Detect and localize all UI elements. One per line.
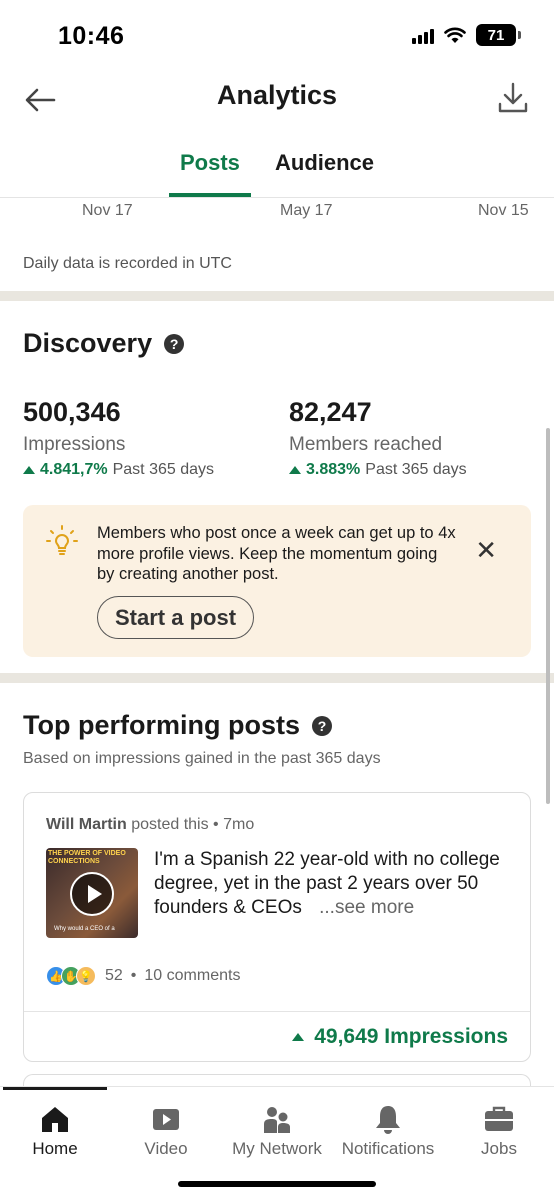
thumbnail-caption: Why would a CEO of a [54,926,115,932]
insightful-icon: 💡 [76,966,96,986]
scrollbar[interactable] [546,428,550,804]
tab-bar: Posts Audience [0,140,554,198]
active-tab-indicator [169,193,251,197]
help-icon[interactable]: ? [164,333,185,354]
metric-change-period: Past 365 days [365,461,467,478]
post-divider [24,1011,530,1012]
tip-card: Members who post once a week can get up … [23,505,531,657]
app-header: Analytics [0,70,554,130]
video-icon [153,1109,179,1130]
post-age: 7mo [223,816,255,833]
reactions-row[interactable]: 👍 ✋ 💡 52 • 10 comments [46,966,240,986]
nav-label: Home [32,1139,78,1158]
top-posts-subtitle: Based on impressions gained in the past … [23,750,381,767]
section-divider [0,673,554,683]
nav-video[interactable]: Video [111,1095,221,1165]
nav-label: Notifications [341,1139,435,1158]
tip-text: Members who post once a week can get up … [97,524,456,583]
close-icon[interactable]: ✕ [475,535,497,566]
network-icon [264,1107,290,1133]
axis-label: Nov 17 [82,202,133,219]
post-impressions: 49,649 Impressions [292,1025,508,1049]
nav-label: Video [144,1139,188,1158]
page-title: Analytics [216,80,338,110]
section-divider [0,291,554,301]
tab-posts[interactable]: Posts [180,150,240,176]
status-time: 10:46 [58,22,125,50]
metric-change-percent: 4.841,7% [40,461,108,478]
axis-label: May 17 [280,202,333,219]
comments-count[interactable]: 10 comments [144,967,240,985]
post-text: I'm a Spanish 22 year-old with no colleg… [154,848,514,920]
members-reached-metric[interactable]: 82,247 Members reached 3.883% Past 365 d… [289,397,467,479]
home-icon [42,1107,68,1132]
tab-audience[interactable]: Audience [275,150,374,176]
trend-up-icon [292,1033,305,1041]
help-icon[interactable]: ? [312,715,332,736]
home-indicator [178,1181,376,1187]
play-icon[interactable] [70,872,114,916]
discovery-title: Discovery [23,328,153,358]
top-posts-title: Top performing posts [23,710,300,740]
nav-label: Jobs [481,1139,517,1158]
reactions-count: 52 [105,967,123,984]
trend-up-icon [289,466,301,474]
axis-label: Nov 15 [478,202,529,219]
lightbulb-icon [46,525,78,555]
metric-label: Impressions [23,434,126,455]
impressions-metric[interactable]: 500,346 Impressions 4.841,7% Past 365 da… [23,397,214,479]
chart-axis-labels: Nov 17 May 17 Nov 15 [0,200,554,224]
download-icon[interactable] [496,80,530,116]
battery-icon: 71 [476,24,521,46]
metric-value: 500,346 [23,397,121,427]
bell-icon [376,1106,400,1134]
discovery-heading: Discovery ? [23,328,185,359]
utc-note: Daily data is recorded in UTC [23,255,232,272]
post-author[interactable]: Will Martin [46,816,127,833]
nav-label: My Network [232,1139,322,1158]
nav-jobs[interactable]: Jobs [444,1095,554,1165]
top-posts-heading: Top performing posts ? [23,710,332,741]
impressions-count: 49,649 Impressions [314,1025,508,1048]
wifi-icon [444,27,466,43]
metric-change: 3.883% Past 365 days [289,461,467,479]
metric-change-percent: 3.883% [306,461,361,478]
post-video-thumbnail[interactable]: THE POWER OF VIDEO CONNECTIONS Why would… [46,848,138,938]
start-post-button[interactable]: Start a post [97,596,255,639]
metric-change: 4.841,7% Past 365 days [23,461,214,479]
trend-up-icon [23,466,35,474]
thumbnail-title: THE POWER OF VIDEO CONNECTIONS [48,850,126,865]
post-action: posted this [131,816,209,833]
nav-home[interactable]: Home [0,1095,110,1165]
reaction-icons: 👍 ✋ 💡 [46,966,96,986]
status-bar: 10:46 71 [0,0,554,70]
post-author-line: Will Martin posted this • 7mo [46,816,255,833]
signal-icon [412,26,434,44]
metric-label: Members reached [289,434,443,455]
status-icons: 71 [412,24,521,46]
active-nav-indicator [3,1087,107,1090]
briefcase-icon [485,1106,513,1131]
post-card[interactable]: Will Martin posted this • 7mo THE POWER … [23,792,531,1062]
metric-change-period: Past 365 days [112,461,215,478]
nav-my-network[interactable]: My Network [222,1095,332,1165]
see-more-link[interactable]: ...see more [319,897,414,918]
nav-notifications[interactable]: Notifications [333,1095,443,1165]
metric-value: 82,247 [289,397,372,427]
